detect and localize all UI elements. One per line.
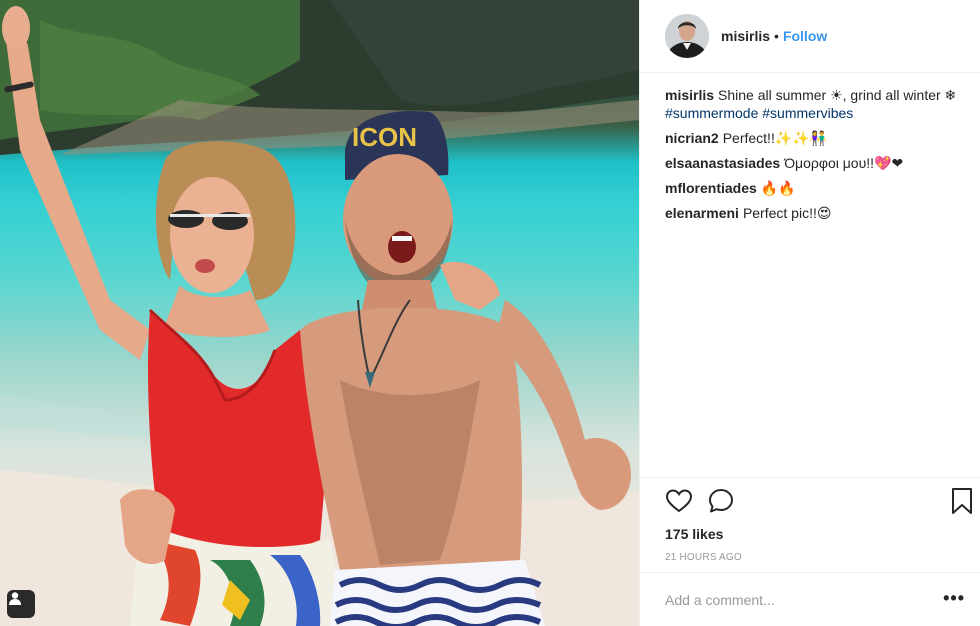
comment-item: mflorentiades 🔥🔥: [665, 179, 975, 197]
comment-item: elsaanastasiades Όμορφοι μου!!💖❤: [665, 154, 975, 172]
comment-text: Perfect!!✨✨👫: [722, 130, 828, 146]
comment-username[interactable]: elsaanastasiades: [665, 155, 780, 171]
add-comment-bar: •••: [640, 572, 980, 626]
post-header: misirlis • Follow: [640, 0, 980, 73]
avatar[interactable]: [665, 14, 709, 58]
follow-button[interactable]: Follow: [783, 28, 827, 44]
comment-text: 🔥🔥: [760, 180, 796, 196]
post-actions: 175 likes 21 HOURS AGO: [640, 477, 980, 571]
header-separator: •: [774, 28, 779, 44]
post-photo[interactable]: ICON: [0, 0, 639, 626]
comment-item: elenarmeni Perfect pic!!😍: [665, 204, 975, 222]
hashtag-link[interactable]: #summervibes: [762, 105, 853, 121]
comment-text: Perfect pic!!😍: [742, 205, 832, 221]
post-timestamp[interactable]: 21 HOURS AGO: [665, 552, 742, 563]
person-icon: [9, 592, 21, 605]
heart-icon[interactable]: [665, 487, 693, 520]
comment-username[interactable]: mflorentiades: [665, 180, 757, 196]
post-details-panel: misirlis • Follow misirlis Shine all summ…: [639, 0, 980, 626]
hashtag-link[interactable]: #summermode: [665, 105, 758, 121]
caption-hashtags: #summermode #summervibes: [665, 104, 975, 122]
svg-text:ICON: ICON: [352, 122, 417, 152]
user-tag-icon[interactable]: [7, 590, 35, 618]
comment-username[interactable]: nicrian2: [665, 130, 719, 146]
like-count[interactable]: 175 likes: [665, 526, 723, 542]
comment-username[interactable]: elenarmeni: [665, 205, 739, 221]
more-options-button[interactable]: •••: [943, 588, 965, 609]
caption: misirlis Shine all summer ☀, grind all wi…: [665, 86, 975, 122]
bookmark-icon[interactable]: [949, 487, 975, 520]
beach-scene-illustration: ICON: [0, 0, 639, 626]
comment-text: Όμορφοι μου!!💖❤: [784, 155, 904, 171]
comment-item: nicrian2 Perfect!!✨✨👫: [665, 129, 975, 147]
avatar-portrait: [665, 14, 709, 58]
caption-text: Shine all summer ☀, grind all winter ❄: [718, 87, 957, 103]
instagram-post: ICON misirlis • Follow misirlis Shine al…: [0, 0, 980, 626]
post-author-username[interactable]: misirlis: [721, 28, 770, 44]
comment-icon[interactable]: [707, 487, 735, 520]
action-icons-row: [665, 487, 975, 519]
comments-list: misirlis Shine all summer ☀, grind all wi…: [665, 86, 975, 229]
comment-input[interactable]: [665, 590, 935, 610]
caption-username[interactable]: misirlis: [665, 87, 714, 103]
